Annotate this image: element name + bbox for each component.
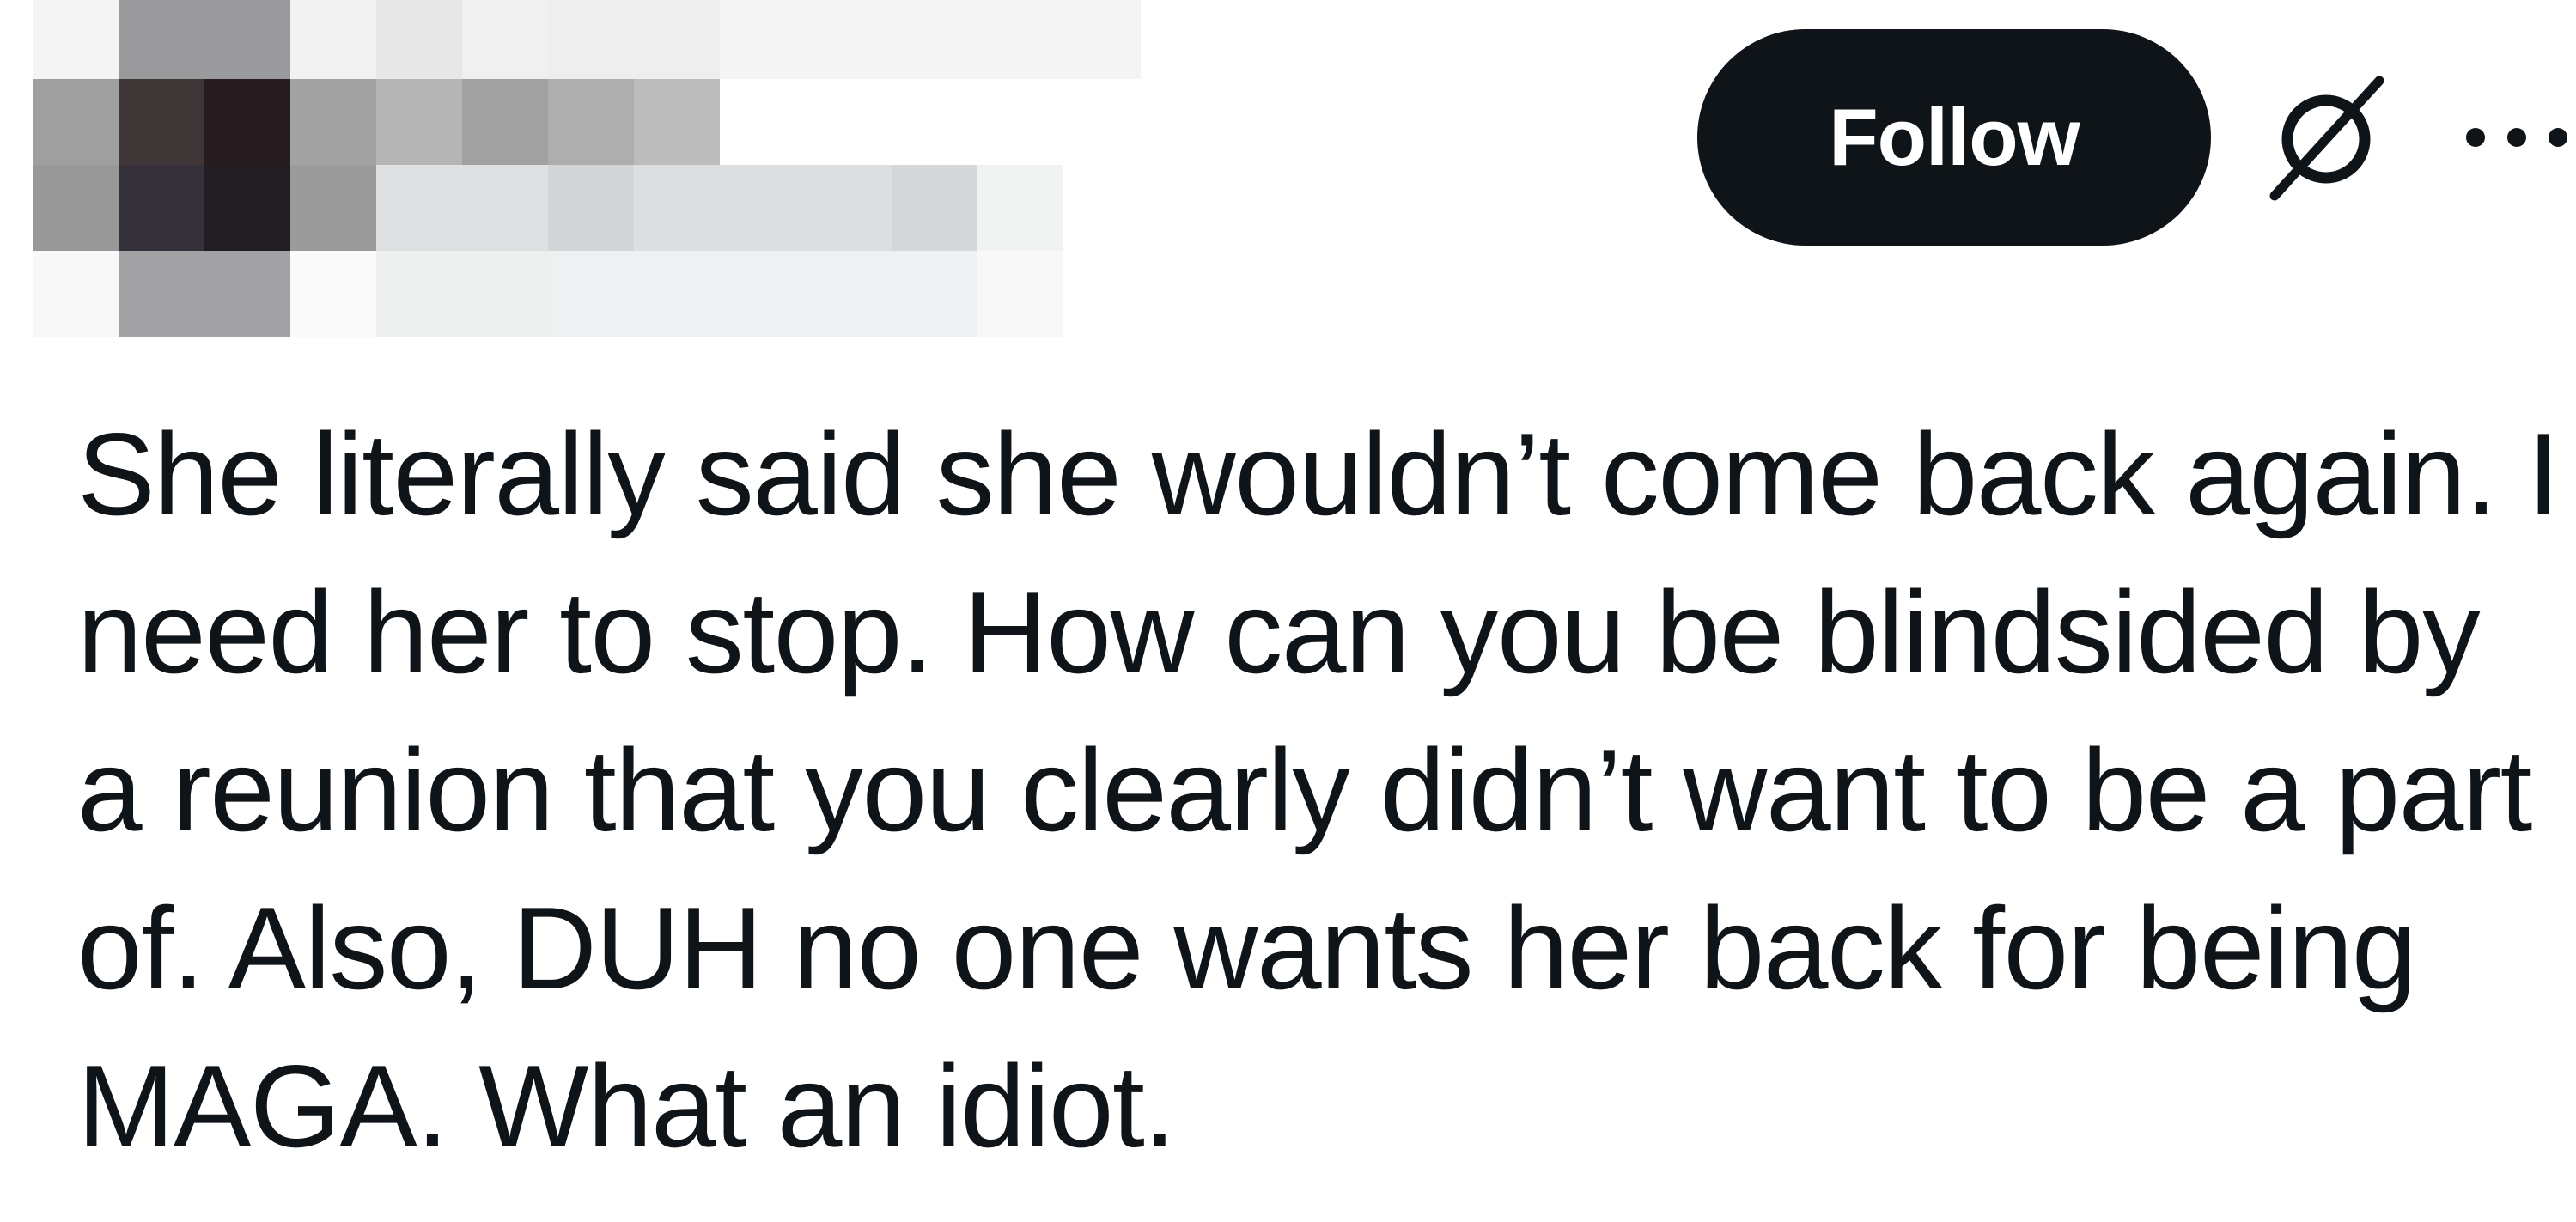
more-horizontal-icon[interactable] bbox=[2458, 112, 2576, 163]
tweet-text: She literally said she wouldn’t come bac… bbox=[77, 409, 2560, 1171]
follow-button[interactable]: Follow bbox=[1697, 29, 2211, 246]
grok-slash-icon[interactable] bbox=[2266, 69, 2386, 206]
redacted-profile-header bbox=[33, 0, 1141, 337]
